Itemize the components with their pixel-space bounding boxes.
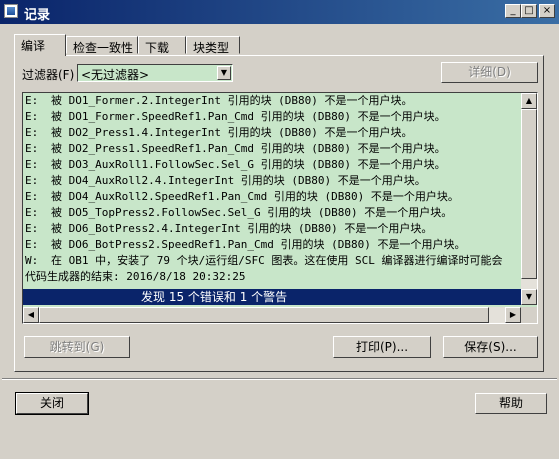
log-line-prefix: E: [25, 158, 39, 171]
horizontal-scrollbar[interactable]: ◀ ▶ [23, 307, 521, 323]
close-button[interactable]: 关闭 [15, 392, 89, 415]
log-line-text: 被 DO6_BotPress2.SpeedRef1.Pan_Cmd 引用的块 (… [51, 238, 466, 251]
log-line[interactable]: E: 被 DO3_AuxRoll1.FollowSec.Sel_G 引用的块 (D… [23, 157, 521, 173]
log-line-prefix: E: [25, 94, 39, 107]
log-line-prefix: E: [25, 126, 39, 139]
log-line-text: 被 DO1_Former.2.IntegerInt 引用的块 (DB80) 不是… [51, 94, 413, 107]
chevron-down-icon[interactable]: ▼ [217, 66, 231, 80]
scroll-right-icon[interactable]: ▶ [505, 307, 521, 323]
title-bar[interactable]: 记录 _ □ × [0, 0, 559, 24]
log-line[interactable]: E: 被 DO1_Former.SpeedRef1.Pan_Cmd 引用的块 (D… [23, 109, 521, 125]
window-title: 记录 [24, 8, 51, 23]
scroll-down-icon[interactable]: ▼ [521, 289, 537, 305]
log-line-text: 被 DO5_TopPress2.FollowSec.Sel_G 引用的块 (DB… [51, 206, 453, 219]
tab-block-type[interactable]: 块类型 [186, 36, 240, 55]
log-line[interactable]: E: 被 DO2_Press1.SpeedRef1.Pan_Cmd 引用的块 (D… [23, 141, 521, 157]
log-line-prefix: E: [25, 238, 39, 251]
log-lines: E: 被 DO1_Former.2.IntegerInt 引用的块 (DB80) … [23, 93, 521, 305]
log-line[interactable]: W: 在 OB1 中，安装了 79 个块/运行组/SFC 图表。这在使用 SCL … [23, 253, 521, 269]
log-line-prefix: E: [25, 110, 39, 123]
log-line-prefix: W: [25, 254, 39, 267]
save-button[interactable]: 保存(S)... [443, 336, 538, 358]
app-icon [4, 4, 18, 18]
log-line[interactable]: E: 被 DO6_BotPress2.4.IntegerInt 引用的块 (DB8… [23, 221, 521, 237]
goto-button[interactable]: 跳转到(G) [24, 336, 130, 358]
tab-download[interactable]: 下载 [138, 36, 186, 55]
log-line-text: 被 DO4_AuxRoll2.SpeedRef1.Pan_Cmd 引用的块 (D… [51, 190, 459, 203]
help-button[interactable]: 帮助 [475, 393, 547, 414]
log-line-text: 代码生成器的结束: 2016/8/18 20:32:25 [25, 270, 246, 283]
log-line-prefix: E: [25, 174, 39, 187]
log-line-text: 被 DO6_BotPress2.4.IntegerInt 引用的块 (DB80)… [51, 222, 433, 235]
log-summary[interactable]: 发现 15 个错误和 1 个警告 [23, 289, 521, 305]
log-line-text: 被 DO4_AuxRoll2.4.IntegerInt 引用的块 (DB80) … [51, 174, 426, 187]
log-line[interactable]: 代码生成器的结束: 2016/8/18 20:32:25 [23, 269, 521, 285]
filter-dropdown[interactable]: <无过滤器> ▼ [77, 64, 233, 82]
scroll-up-icon[interactable]: ▲ [521, 93, 537, 109]
footer-separator [2, 378, 557, 380]
print-button[interactable]: 打印(P)... [333, 336, 431, 358]
log-line-text: 在 OB1 中，安装了 79 个块/运行组/SFC 图表。这在使用 SCL 编译… [51, 254, 503, 267]
log-line[interactable]: E: 被 DO4_AuxRoll2.SpeedRef1.Pan_Cmd 引用的块 … [23, 189, 521, 205]
details-button[interactable]: 详细(D) [441, 62, 538, 83]
horizontal-scroll-thumb[interactable] [39, 307, 489, 323]
log-output[interactable]: E: 被 DO1_Former.2.IntegerInt 引用的块 (DB80) … [22, 92, 538, 324]
log-line-text: 被 DO2_Press1.4.IntegerInt 引用的块 (DB80) 不是… [51, 126, 413, 139]
log-line-text: 被 DO2_Press1.SpeedRef1.Pan_Cmd 引用的块 (DB8… [51, 142, 446, 155]
scroll-corner [521, 307, 537, 323]
tab-consistency-check[interactable]: 检查一致性 [66, 36, 138, 55]
close-window-button[interactable]: × [539, 4, 555, 18]
log-line[interactable]: E: 被 DO2_Press1.4.IntegerInt 引用的块 (DB80) … [23, 125, 521, 141]
log-line-prefix: E: [25, 222, 39, 235]
log-line[interactable]: E: 被 DO6_BotPress2.SpeedRef1.Pan_Cmd 引用的块… [23, 237, 521, 253]
log-dialog: 记录 _ □ × 编译 检查一致性 下载 块类型 过滤器(F) <无过滤器> ▼… [0, 0, 559, 459]
log-line-prefix: E: [25, 190, 39, 203]
log-line[interactable]: E: 被 DO1_Former.2.IntegerInt 引用的块 (DB80) … [23, 93, 521, 109]
minimize-button[interactable]: _ [505, 4, 521, 18]
scroll-left-icon[interactable]: ◀ [23, 307, 39, 323]
filter-value: <无过滤器> [81, 68, 150, 82]
filter-label: 过滤器(F) [22, 68, 75, 82]
log-line-text: 被 DO1_Former.SpeedRef1.Pan_Cmd 引用的块 (DB8… [51, 110, 446, 123]
maximize-button[interactable]: □ [521, 4, 537, 18]
tab-compile[interactable]: 编译 [14, 34, 66, 56]
log-line-text: 被 DO3_AuxRoll1.FollowSec.Sel_G 引用的块 (DB8… [51, 158, 446, 171]
log-line-prefix: E: [25, 142, 39, 155]
log-line[interactable]: E: 被 DO5_TopPress2.FollowSec.Sel_G 引用的块 (… [23, 205, 521, 221]
vertical-scroll-thumb[interactable] [521, 109, 537, 279]
log-line-prefix: E: [25, 206, 39, 219]
vertical-scrollbar[interactable]: ▲ ▼ [521, 93, 537, 305]
log-line[interactable]: E: 被 DO4_AuxRoll2.4.IntegerInt 引用的块 (DB80… [23, 173, 521, 189]
